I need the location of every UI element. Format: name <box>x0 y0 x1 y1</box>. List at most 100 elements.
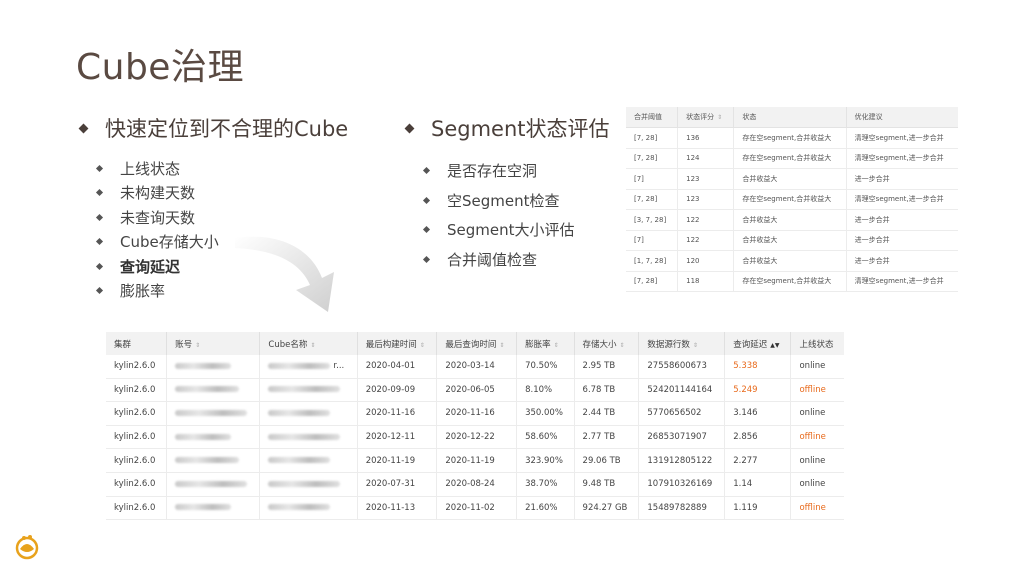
table-cell-build: 2020-11-19 <box>357 448 438 473</box>
table-cell: 123 <box>677 189 735 210</box>
table-cell-latency: 2.277 <box>724 448 792 473</box>
redacted-account <box>175 409 248 416</box>
list-item: Cube存储大小 <box>95 230 219 255</box>
table-row: kylin2.6.0 2020-11-13 2020-11-02 21.60% 924.… <box>106 496 844 521</box>
list-item: 查询延迟 <box>95 254 219 279</box>
table-cell-query: 2020-11-02 <box>436 496 518 521</box>
table-cell: 122 <box>677 209 735 231</box>
table-row: [7, 28] 118 存在空segment,合并收益大 清理空segment,进一步… <box>626 271 958 292</box>
curved-arrow-icon <box>235 236 334 312</box>
column-header[interactable]: 账号 ⇕ <box>166 332 261 355</box>
column-header: 状态 <box>733 107 847 128</box>
diamond-bullet-icon <box>422 167 431 175</box>
table-cell: [7] <box>626 168 679 190</box>
table-cell-size: 9.48 TB <box>574 472 640 497</box>
table-cell: 存在空segment,合并收益大 <box>733 271 847 292</box>
column-header[interactable]: 数据源行数 ⇕ <box>638 332 726 355</box>
table-cell-status: online <box>790 401 844 426</box>
left-section-heading: 快速定位到不合理的Cube <box>78 113 348 143</box>
diamond-bullet-icon <box>422 196 431 204</box>
table-row: [7, 28] 123 存在空segment,合并收益大 清理空segment,进一步… <box>626 189 958 210</box>
column-header[interactable]: 存储大小 ⇕ <box>574 332 640 355</box>
sort-icon[interactable]: ▲▼ <box>770 342 779 349</box>
table-cell: 清理空segment,进一步合并 <box>846 148 958 169</box>
table-cell-status: online <box>790 355 844 379</box>
table-cell-account <box>166 355 261 379</box>
table-cell-rate: 70.50% <box>516 355 575 379</box>
table-cell-rate: 350.00% <box>516 401 575 426</box>
table-cell: 120 <box>677 250 735 272</box>
sort-icon[interactable]: ⇕ <box>499 342 504 349</box>
table-cell-account <box>166 496 261 521</box>
table-cell-cube <box>259 425 358 450</box>
table-cell-account <box>166 401 261 426</box>
sort-icon[interactable]: ⇕ <box>420 342 425 349</box>
column-header: 上线状态 <box>790 332 844 355</box>
table-cell-rate: 323.90% <box>516 448 575 473</box>
column-header[interactable]: 最后构建时间 ⇕ <box>357 332 438 355</box>
table-cell-query: 2020-11-16 <box>436 401 518 426</box>
sort-icon[interactable]: ⇕ <box>554 342 559 349</box>
table-cell: 122 <box>677 230 735 251</box>
cube-table: 集群 账号 ⇕ Cube名称 ⇕ 最后构建时间 ⇕ 最后查询时间 ⇕ 膨胀率 ⇕ 存储大小 ⇕ 数据源行数… <box>106 332 844 521</box>
table-cell-cluster: kylin2.6.0 <box>106 448 168 473</box>
redacted-cube-name <box>268 409 331 416</box>
sort-icon[interactable]: ⇕ <box>717 114 722 121</box>
column-header[interactable]: 膨胀率 ⇕ <box>516 332 575 355</box>
redacted-cube-name <box>268 362 331 369</box>
table-cell: 124 <box>677 148 735 169</box>
segment-table: 合并阈值 状态评分 ⇕ 状态 优化建议 [7, 28] 136 存在空segment,合并收… <box>626 107 958 292</box>
table-cell: [7, 28] <box>626 271 679 292</box>
list-item-label: Cube存储大小 <box>120 233 219 252</box>
table-cell-cube <box>259 472 358 497</box>
diamond-bullet-icon <box>78 123 89 133</box>
table-cell-cube <box>259 496 358 521</box>
column-header[interactable]: 状态评分 ⇕ <box>677 107 735 128</box>
sort-icon[interactable]: ⇕ <box>310 342 315 349</box>
list-item-label: 未构建天数 <box>120 184 196 203</box>
table-cell: 合并收益大 <box>733 209 847 231</box>
left-bullet-list: 上线状态 未构建天数 未查询天数 Cube存储大小 查询延迟 膨胀率 <box>95 156 219 303</box>
table-row: kylin2.6.0 2020-11-19 2020-11-19 323.90% 29.… <box>106 448 844 473</box>
table-row: kylin2.6.0 2020-07-31 2020-08-24 38.70% 9.48… <box>106 472 844 497</box>
table-cell-rate: 38.70% <box>516 472 575 497</box>
page-title: Cube治理 <box>76 47 244 88</box>
table-cell: 118 <box>677 271 735 292</box>
table-cell-rows: 27558600673 <box>638 355 726 379</box>
table-cell-account <box>166 472 261 497</box>
redacted-account <box>175 386 240 393</box>
column-header: 优化建议 <box>846 107 958 128</box>
table-cell-status: offline <box>790 496 844 521</box>
table-cell: [7, 28] <box>626 148 679 169</box>
diamond-bullet-icon <box>422 255 431 263</box>
table-cell-cube <box>259 448 358 473</box>
redacted-account <box>175 504 232 511</box>
table-cell: 进一步合并 <box>846 230 958 251</box>
table-cell-latency: 1.14 <box>724 472 792 497</box>
table-cell-account <box>166 425 261 450</box>
list-item-label: 查询延迟 <box>120 257 181 276</box>
diamond-bullet-icon <box>95 287 104 295</box>
table-cell-size: 29.06 TB <box>574 448 640 473</box>
sort-icon[interactable]: ⇕ <box>195 342 200 349</box>
table-cell: 进一步合并 <box>846 209 958 231</box>
table-cell: 合并收益大 <box>733 168 847 190</box>
list-item: 是否存在空洞 <box>422 156 575 186</box>
redacted-cube-name <box>268 480 341 487</box>
redacted-cube-name <box>268 504 331 511</box>
table-cell-latency: 1.119 <box>724 496 792 521</box>
table-row: [7, 28] 124 存在空segment,合并收益大 清理空segment,进一步… <box>626 148 958 169</box>
column-header[interactable]: 查询延迟 ▲▼ <box>724 332 792 355</box>
table-cell: 合并收益大 <box>733 230 847 251</box>
table-cell-cluster: kylin2.6.0 <box>106 401 168 426</box>
table-row: kylin2.6.0 2020-09-09 2020-06-05 8.10% 6.78 … <box>106 378 844 403</box>
column-header[interactable]: Cube名称 ⇕ <box>259 332 358 355</box>
column-header[interactable]: 最后查询时间 ⇕ <box>436 332 518 355</box>
table-cell-cluster: kylin2.6.0 <box>106 425 168 450</box>
redacted-account <box>175 480 248 487</box>
diamond-bullet-icon <box>95 238 104 246</box>
sort-icon[interactable]: ⇕ <box>693 342 698 349</box>
diamond-bullet-icon <box>95 189 104 197</box>
table-cell-build: 2020-04-01 <box>357 355 438 379</box>
sort-icon[interactable]: ⇕ <box>620 342 625 349</box>
